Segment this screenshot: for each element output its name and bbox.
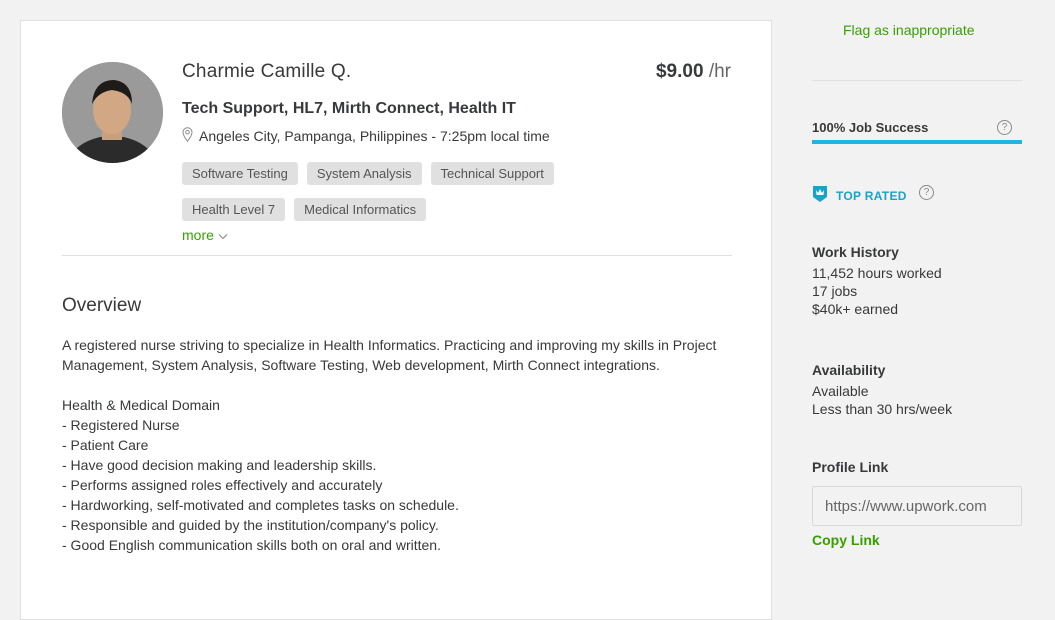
overview-line: - Responsible and guided by the institut…: [62, 517, 439, 533]
availability-title: Availability: [812, 362, 886, 378]
skill-tag[interactable]: Health Level 7: [182, 198, 286, 221]
profile-link-title: Profile Link: [812, 459, 889, 475]
chevron-down-icon: [218, 227, 228, 243]
help-icon[interactable]: ?: [919, 185, 934, 200]
divider: [62, 255, 732, 256]
overview-title: Overview: [62, 295, 142, 316]
hourly-rate: $9.00 /hr: [656, 61, 731, 83]
total-earned: $40k+ earned: [812, 301, 899, 317]
availability-status: Available: [812, 383, 869, 399]
sidebar-divider: [812, 80, 1022, 81]
location-text: Angeles City, Pampanga, Philippines - 7:…: [199, 128, 550, 144]
overview-text: A registered nurse striving to specializ…: [62, 335, 732, 555]
work-history-details: 11,452 hours worked 17 jobs $40k+ earned: [812, 264, 942, 318]
job-success-bar: [812, 140, 1022, 144]
freelancer-name: Charmie Camille Q.: [182, 61, 352, 82]
overview-line: Health & Medical Domain: [62, 397, 220, 413]
more-skills-link[interactable]: more: [182, 227, 228, 243]
hours-worked: 11,452 hours worked: [812, 265, 942, 281]
top-rated-badge-icon: [812, 185, 828, 206]
skill-tag[interactable]: Software Testing: [182, 162, 298, 185]
overview-line: - Patient Care: [62, 437, 149, 453]
rate-amount: $9.00: [655, 61, 704, 82]
overview-line: - Performs assigned roles effectively an…: [62, 477, 383, 493]
skill-tag[interactable]: Medical Informatics: [294, 198, 427, 221]
avatar[interactable]: [62, 62, 163, 163]
skill-tag[interactable]: Technical Support: [430, 162, 554, 185]
overview-paragraph: A registered nurse striving to specializ…: [62, 337, 717, 373]
overview-line: - Registered Nurse: [62, 417, 180, 433]
profile-headline: Tech Support, HL7, Mirth Connect, Health…: [182, 100, 516, 117]
profile-card: Charmie Camille Q. $9.00 /hr Tech Suppor…: [20, 20, 772, 620]
location: Angeles City, Pampanga, Philippines - 7:…: [182, 127, 550, 145]
top-rated-label: TOP RATED: [836, 188, 907, 203]
help-icon[interactable]: ?: [997, 120, 1012, 135]
profile-link-input[interactable]: [812, 486, 1022, 526]
skill-tag[interactable]: System Analysis: [306, 162, 422, 185]
overview-line: - Have good decision making and leadersh…: [62, 457, 377, 473]
more-label: more: [182, 227, 214, 243]
overview-line: - Good English communication skills both…: [62, 537, 441, 553]
jobs-count: 17 jobs: [812, 283, 858, 299]
copy-link-button[interactable]: Copy Link: [812, 532, 880, 548]
top-rated-badge: TOP RATED: [812, 185, 907, 206]
flag-inappropriate-link[interactable]: Flag as inappropriate: [843, 22, 975, 38]
availability-hours: Less than 30 hrs/week: [812, 401, 953, 417]
rate-unit: /hr: [708, 61, 731, 82]
overview-line: - Hardworking, self-motivated and comple…: [62, 497, 459, 513]
job-success-label: 100% Job Success: [812, 120, 929, 135]
location-pin-icon: [182, 127, 193, 145]
skills-list: Software Testing System Analysis Technic…: [182, 162, 602, 221]
availability-details: Available Less than 30 hrs/week: [812, 382, 952, 418]
work-history-title: Work History: [812, 244, 899, 260]
